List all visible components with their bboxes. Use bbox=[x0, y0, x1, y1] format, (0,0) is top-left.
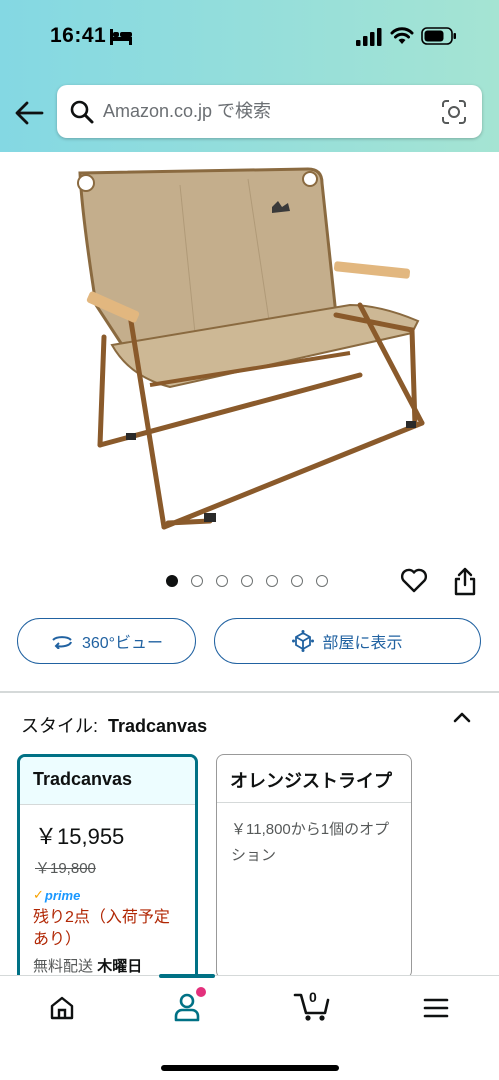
notification-dot bbox=[196, 987, 206, 997]
delivery-day: 木曜日 bbox=[97, 958, 143, 975]
bottom-tab-bar: 0 bbox=[0, 974, 499, 1080]
carousel-dot[interactable] bbox=[291, 575, 303, 587]
top-header: 16:41 bbox=[0, 0, 499, 152]
rotate-360-icon bbox=[52, 636, 72, 649]
option-name: オレンジストライプ bbox=[217, 755, 411, 803]
style-selector: スタイル: Tradcanvas bbox=[21, 712, 207, 738]
carousel-dot[interactable] bbox=[216, 575, 228, 587]
image-carousel-dots[interactable] bbox=[166, 575, 328, 589]
option-list-price: ￥19,800 bbox=[35, 860, 96, 877]
option-price: ￥15,955 bbox=[35, 824, 125, 849]
carousel-dot[interactable] bbox=[266, 575, 278, 587]
style-option-card[interactable]: オレンジストライプ ￥11,800から1個のオプション bbox=[216, 754, 412, 979]
wifi-icon bbox=[390, 27, 414, 44]
view-in-room-button[interactable]: 部屋に表示 bbox=[214, 618, 481, 664]
prime-label: prime bbox=[44, 887, 81, 903]
style-option-card-selected[interactable]: Tradcanvas ￥15,955 ￥19,800 ✓ prime 残り2点（入… bbox=[17, 754, 198, 984]
view-in-room-label: 部屋に表示 bbox=[322, 635, 403, 652]
option-name: Tradcanvas bbox=[20, 757, 195, 805]
chevron-up-icon[interactable] bbox=[452, 710, 472, 724]
menu-icon[interactable] bbox=[423, 997, 449, 1019]
active-tab-indicator bbox=[159, 974, 215, 978]
home-indicator bbox=[161, 1065, 339, 1071]
search-icon bbox=[70, 100, 94, 124]
prime-badge: ✓ prime bbox=[33, 887, 195, 903]
carousel-dot[interactable] bbox=[316, 575, 328, 587]
bed-icon bbox=[110, 29, 132, 45]
search-input[interactable] bbox=[103, 95, 423, 128]
stock-status: 残り2点（入荷予定あり） bbox=[33, 909, 170, 948]
ar-cube-icon bbox=[292, 630, 315, 652]
search-bar[interactable] bbox=[57, 85, 482, 138]
battery-icon bbox=[421, 27, 456, 45]
product-image[interactable] bbox=[60, 155, 440, 540]
section-divider bbox=[0, 691, 499, 693]
style-value: Tradcanvas bbox=[108, 716, 208, 736]
home-icon[interactable] bbox=[48, 995, 76, 1021]
carousel-dot[interactable] bbox=[166, 575, 178, 587]
view-360-button[interactable]: 360°ビュー bbox=[17, 618, 196, 664]
heart-icon[interactable] bbox=[400, 567, 428, 593]
carousel-dot[interactable] bbox=[241, 575, 253, 587]
status-bar: 16:41 bbox=[0, 0, 499, 74]
delivery-prefix: 無料配送 bbox=[33, 958, 94, 975]
share-icon[interactable] bbox=[453, 566, 477, 596]
carousel-dot[interactable] bbox=[191, 575, 203, 587]
style-label: スタイル: bbox=[21, 716, 99, 736]
option-note: ￥11,800から1個のオプション bbox=[231, 821, 390, 864]
cellular-signal-icon bbox=[356, 28, 382, 46]
view-360-label: 360°ビュー bbox=[81, 635, 164, 652]
account-icon[interactable] bbox=[172, 992, 202, 1022]
prime-check-icon: ✓ bbox=[33, 887, 44, 902]
camera-lens-icon[interactable] bbox=[441, 99, 467, 125]
delivery-info: 無料配送 木曜日 bbox=[33, 955, 195, 976]
back-arrow-icon[interactable] bbox=[14, 99, 44, 127]
cart-count: 0 bbox=[309, 989, 317, 1005]
status-time: 16:41 bbox=[50, 24, 107, 47]
